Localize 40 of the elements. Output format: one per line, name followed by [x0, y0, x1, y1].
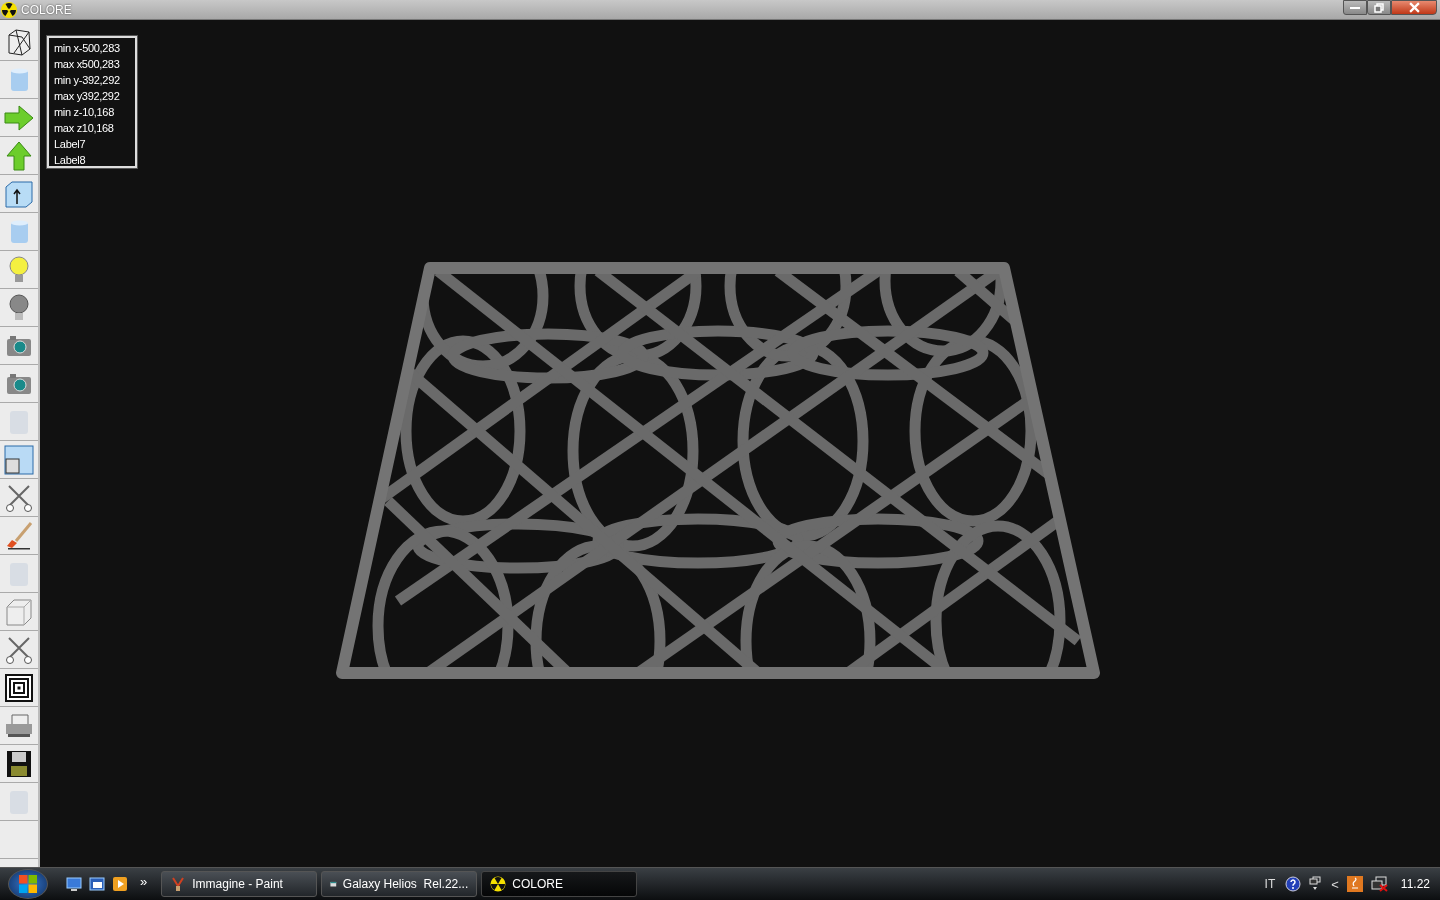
info-label: max z10,168	[54, 121, 115, 136]
minimize-icon	[1350, 6, 1360, 9]
scissors-icon	[4, 482, 34, 513]
info-label: Label8	[54, 153, 87, 168]
arrow-up-icon	[4, 140, 34, 171]
cube-icon	[4, 596, 34, 627]
desktop-icon[interactable]	[66, 876, 82, 892]
info-label: min x-500,283	[54, 41, 121, 56]
close-icon	[1408, 2, 1420, 13]
clock[interactable]: 11.22	[1400, 877, 1430, 891]
target-icon	[4, 672, 34, 703]
minimize-button[interactable]	[1343, 0, 1367, 15]
restore-icon	[1374, 2, 1384, 13]
info-label: min y-392,292	[54, 73, 121, 88]
radiation-icon	[1, 1, 17, 18]
language-indicator[interactable]: IT	[1264, 877, 1276, 891]
info-label: max y392,292	[54, 89, 121, 104]
window-icon	[4, 444, 34, 475]
scissors-icon	[4, 634, 34, 665]
network-disconnected-icon[interactable]	[1370, 876, 1389, 892]
box-arrow-icon	[4, 178, 34, 209]
restore-button[interactable]	[1367, 0, 1391, 15]
windows-icon[interactable]	[89, 876, 105, 892]
taskbar-button[interactable]: Immagine - Paint	[161, 871, 318, 897]
info-label: max x500,283	[54, 57, 121, 72]
play-icon[interactable]	[112, 876, 128, 892]
start-button[interactable]	[8, 869, 48, 899]
radiation-icon	[490, 876, 507, 892]
taskbar-button[interactable]: Galaxy Helios Rel.22...	[321, 871, 478, 897]
arrow-right-icon	[4, 102, 34, 133]
taskbar-button[interactable]: COLORE	[481, 871, 638, 897]
floppy-icon	[4, 748, 34, 779]
help-icon[interactable]	[1285, 876, 1302, 892]
info-label: Label7	[54, 137, 87, 152]
windows-switch-icon[interactable]	[1309, 876, 1322, 892]
window-title: COLORE	[21, 2, 72, 17]
close-button[interactable]	[1391, 0, 1437, 15]
more-button[interactable]: »	[136, 873, 152, 889]
info-label: min z-10,168	[54, 105, 115, 120]
show-hidden-icons-button[interactable]: <	[1329, 876, 1341, 892]
